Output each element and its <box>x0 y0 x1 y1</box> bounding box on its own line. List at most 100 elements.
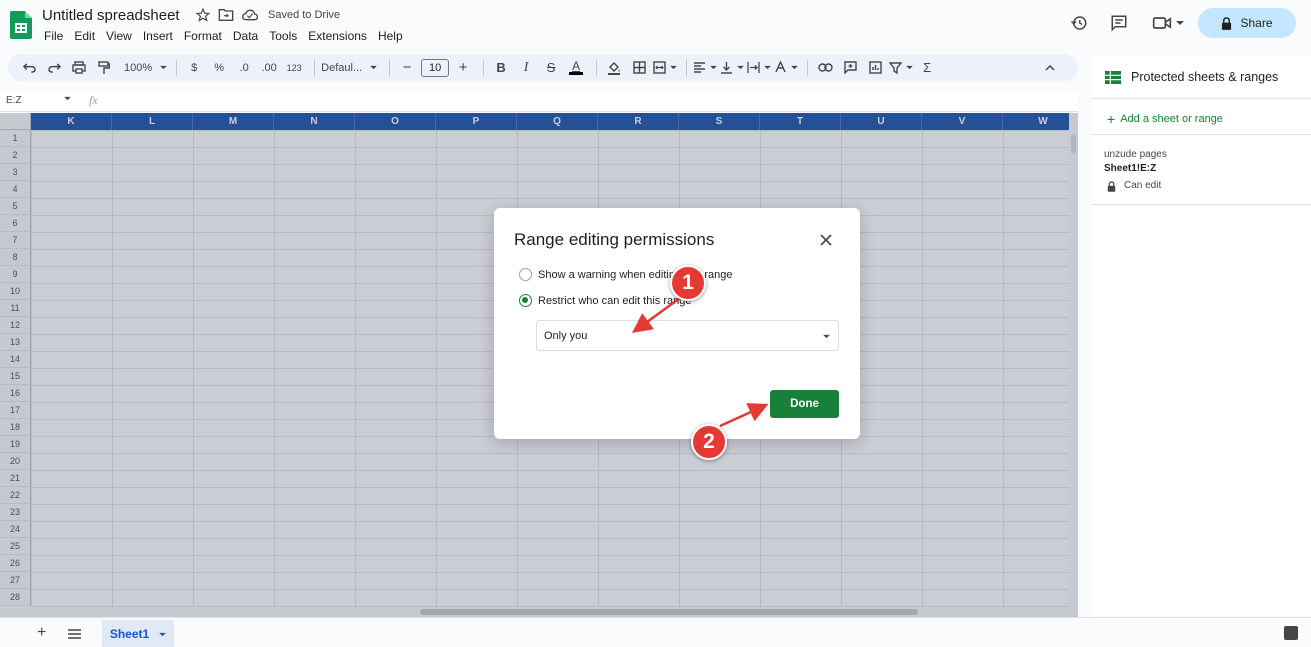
italic-button[interactable]: I <box>515 57 537 79</box>
explore-icon[interactable] <box>1284 626 1298 640</box>
chevron-down-icon[interactable] <box>64 96 71 101</box>
toolbar-divider <box>389 59 391 76</box>
name-box[interactable]: E:Z <box>6 95 22 106</box>
header-actions: Share <box>1064 8 1311 38</box>
menu-edit[interactable]: Edit <box>74 29 95 43</box>
paint-format-button[interactable] <box>93 57 115 79</box>
decrease-font-size-button[interactable]: − <box>396 57 418 79</box>
increase-decimal-button[interactable]: .00 <box>258 57 280 79</box>
chevron-down-icon <box>1176 21 1184 25</box>
meet-button[interactable] <box>1148 8 1188 38</box>
lock-icon <box>1222 16 1232 30</box>
text-rotation-icon <box>775 61 786 73</box>
text-wrapping-button[interactable] <box>747 57 771 79</box>
insert-comment-button[interactable] <box>839 57 861 79</box>
functions-button[interactable]: Σ <box>916 57 938 79</box>
text-wrap-icon <box>747 62 760 73</box>
horizontal-align-button[interactable] <box>693 57 717 79</box>
title-icons: Saved to Drive <box>196 8 340 22</box>
panel-header: Protected sheets & ranges <box>1091 56 1311 99</box>
radio-restrict-option[interactable]: Restrict who can edit this range <box>519 294 691 307</box>
all-sheets-menu-icon[interactable] <box>68 629 81 639</box>
panel-title: Protected sheets & ranges <box>1131 70 1279 84</box>
merge-cells-icon <box>653 61 666 74</box>
chevron-down-icon <box>370 65 377 70</box>
video-camera-icon <box>1152 17 1172 29</box>
fx-icon: fx <box>89 93 98 107</box>
toolbar-divider <box>807 59 809 76</box>
chevron-down-icon <box>823 334 830 339</box>
filter-button[interactable] <box>889 57 913 79</box>
font-select[interactable]: Defaul... <box>321 57 377 79</box>
menu-view[interactable]: View <box>106 29 132 43</box>
insert-chart-button[interactable] <box>864 57 886 79</box>
star-icon[interactable] <box>196 8 210 22</box>
menu-data[interactable]: Data <box>233 29 258 43</box>
annotation-badge-2: 2 <box>691 424 727 460</box>
strikethrough-button[interactable]: S <box>540 57 562 79</box>
editor-select[interactable]: Only you <box>536 320 839 351</box>
document-title[interactable]: Untitled spreadsheet <box>42 7 180 24</box>
menu-insert[interactable]: Insert <box>143 29 173 43</box>
currency-button[interactable]: $ <box>183 57 205 79</box>
permission-label: Can edit <box>1124 180 1162 191</box>
editor-select-value: Only you <box>544 329 588 342</box>
protected-range-item[interactable]: unzude pages Sheet1!E:Z Can edit <box>1104 148 1167 193</box>
menu-tools[interactable]: Tools <box>269 29 297 43</box>
menu-help[interactable]: Help <box>378 29 403 43</box>
add-sheet-button[interactable]: + <box>37 624 46 642</box>
fill-color-icon <box>608 61 621 75</box>
undo-button[interactable] <box>18 57 40 79</box>
add-range-label: Add a sheet or range <box>1120 113 1223 125</box>
collapse-toolbar-button[interactable] <box>1039 57 1061 79</box>
add-comment-icon <box>843 61 857 74</box>
vertical-align-button[interactable] <box>720 57 744 79</box>
sheet-tab-sheet1[interactable]: Sheet1 <box>102 620 174 647</box>
align-left-icon <box>694 62 706 73</box>
share-label: Share <box>1240 16 1273 30</box>
undo-icon <box>22 63 36 73</box>
sheets-logo-icon[interactable] <box>10 11 32 39</box>
zoom-select[interactable]: 100% <box>124 57 167 79</box>
toolbar-divider <box>314 59 316 76</box>
move-folder-icon[interactable] <box>218 8 234 22</box>
menu-bar: File Edit View Insert Format Data Tools … <box>44 29 414 43</box>
font-size-input[interactable]: 10 <box>421 58 450 77</box>
menu-extensions[interactable]: Extensions <box>308 29 367 43</box>
number-format-button[interactable]: 123 <box>283 57 305 79</box>
panel-divider <box>1091 134 1311 135</box>
comment-icon <box>1111 15 1127 32</box>
chevron-down-icon <box>160 65 167 70</box>
protected-ranges-panel: Protected sheets & ranges + Add a sheet … <box>1091 56 1311 617</box>
add-range-button[interactable]: + Add a sheet or range <box>1107 111 1223 127</box>
menu-format[interactable]: Format <box>184 29 222 43</box>
toolbar: 100% $ % .0 .00 123 Defaul... − 10 + B I… <box>8 54 1078 81</box>
borders-button[interactable] <box>628 57 650 79</box>
share-button[interactable]: Share <box>1198 8 1296 38</box>
version-history-button[interactable] <box>1064 8 1094 38</box>
fill-color-button[interactable] <box>603 57 625 79</box>
done-button[interactable]: Done <box>770 390 839 418</box>
bold-icon: B <box>496 60 506 75</box>
toolbar-divider <box>596 59 598 76</box>
chevron-down-icon <box>906 65 913 70</box>
merge-cells-button[interactable] <box>653 57 677 79</box>
print-button[interactable] <box>68 57 90 79</box>
toolbar-divider <box>686 59 688 76</box>
menu-file[interactable]: File <box>44 29 63 43</box>
text-rotation-button[interactable] <box>774 57 798 79</box>
increase-font-size-button[interactable]: + <box>452 57 474 79</box>
insert-link-button[interactable] <box>814 57 836 79</box>
filter-icon <box>889 61 903 74</box>
comments-button[interactable] <box>1104 8 1134 38</box>
radio-warning[interactable] <box>519 268 532 281</box>
cloud-saved-icon[interactable] <box>242 9 258 21</box>
history-icon <box>1070 16 1087 30</box>
bold-button[interactable]: B <box>490 57 512 79</box>
percent-button[interactable]: % <box>208 57 230 79</box>
close-icon[interactable] <box>818 232 834 248</box>
radio-restrict[interactable] <box>519 294 532 307</box>
redo-button[interactable] <box>43 57 65 79</box>
decrease-decimal-button[interactable]: .0 <box>233 57 255 79</box>
text-color-button[interactable]: A <box>565 57 587 79</box>
